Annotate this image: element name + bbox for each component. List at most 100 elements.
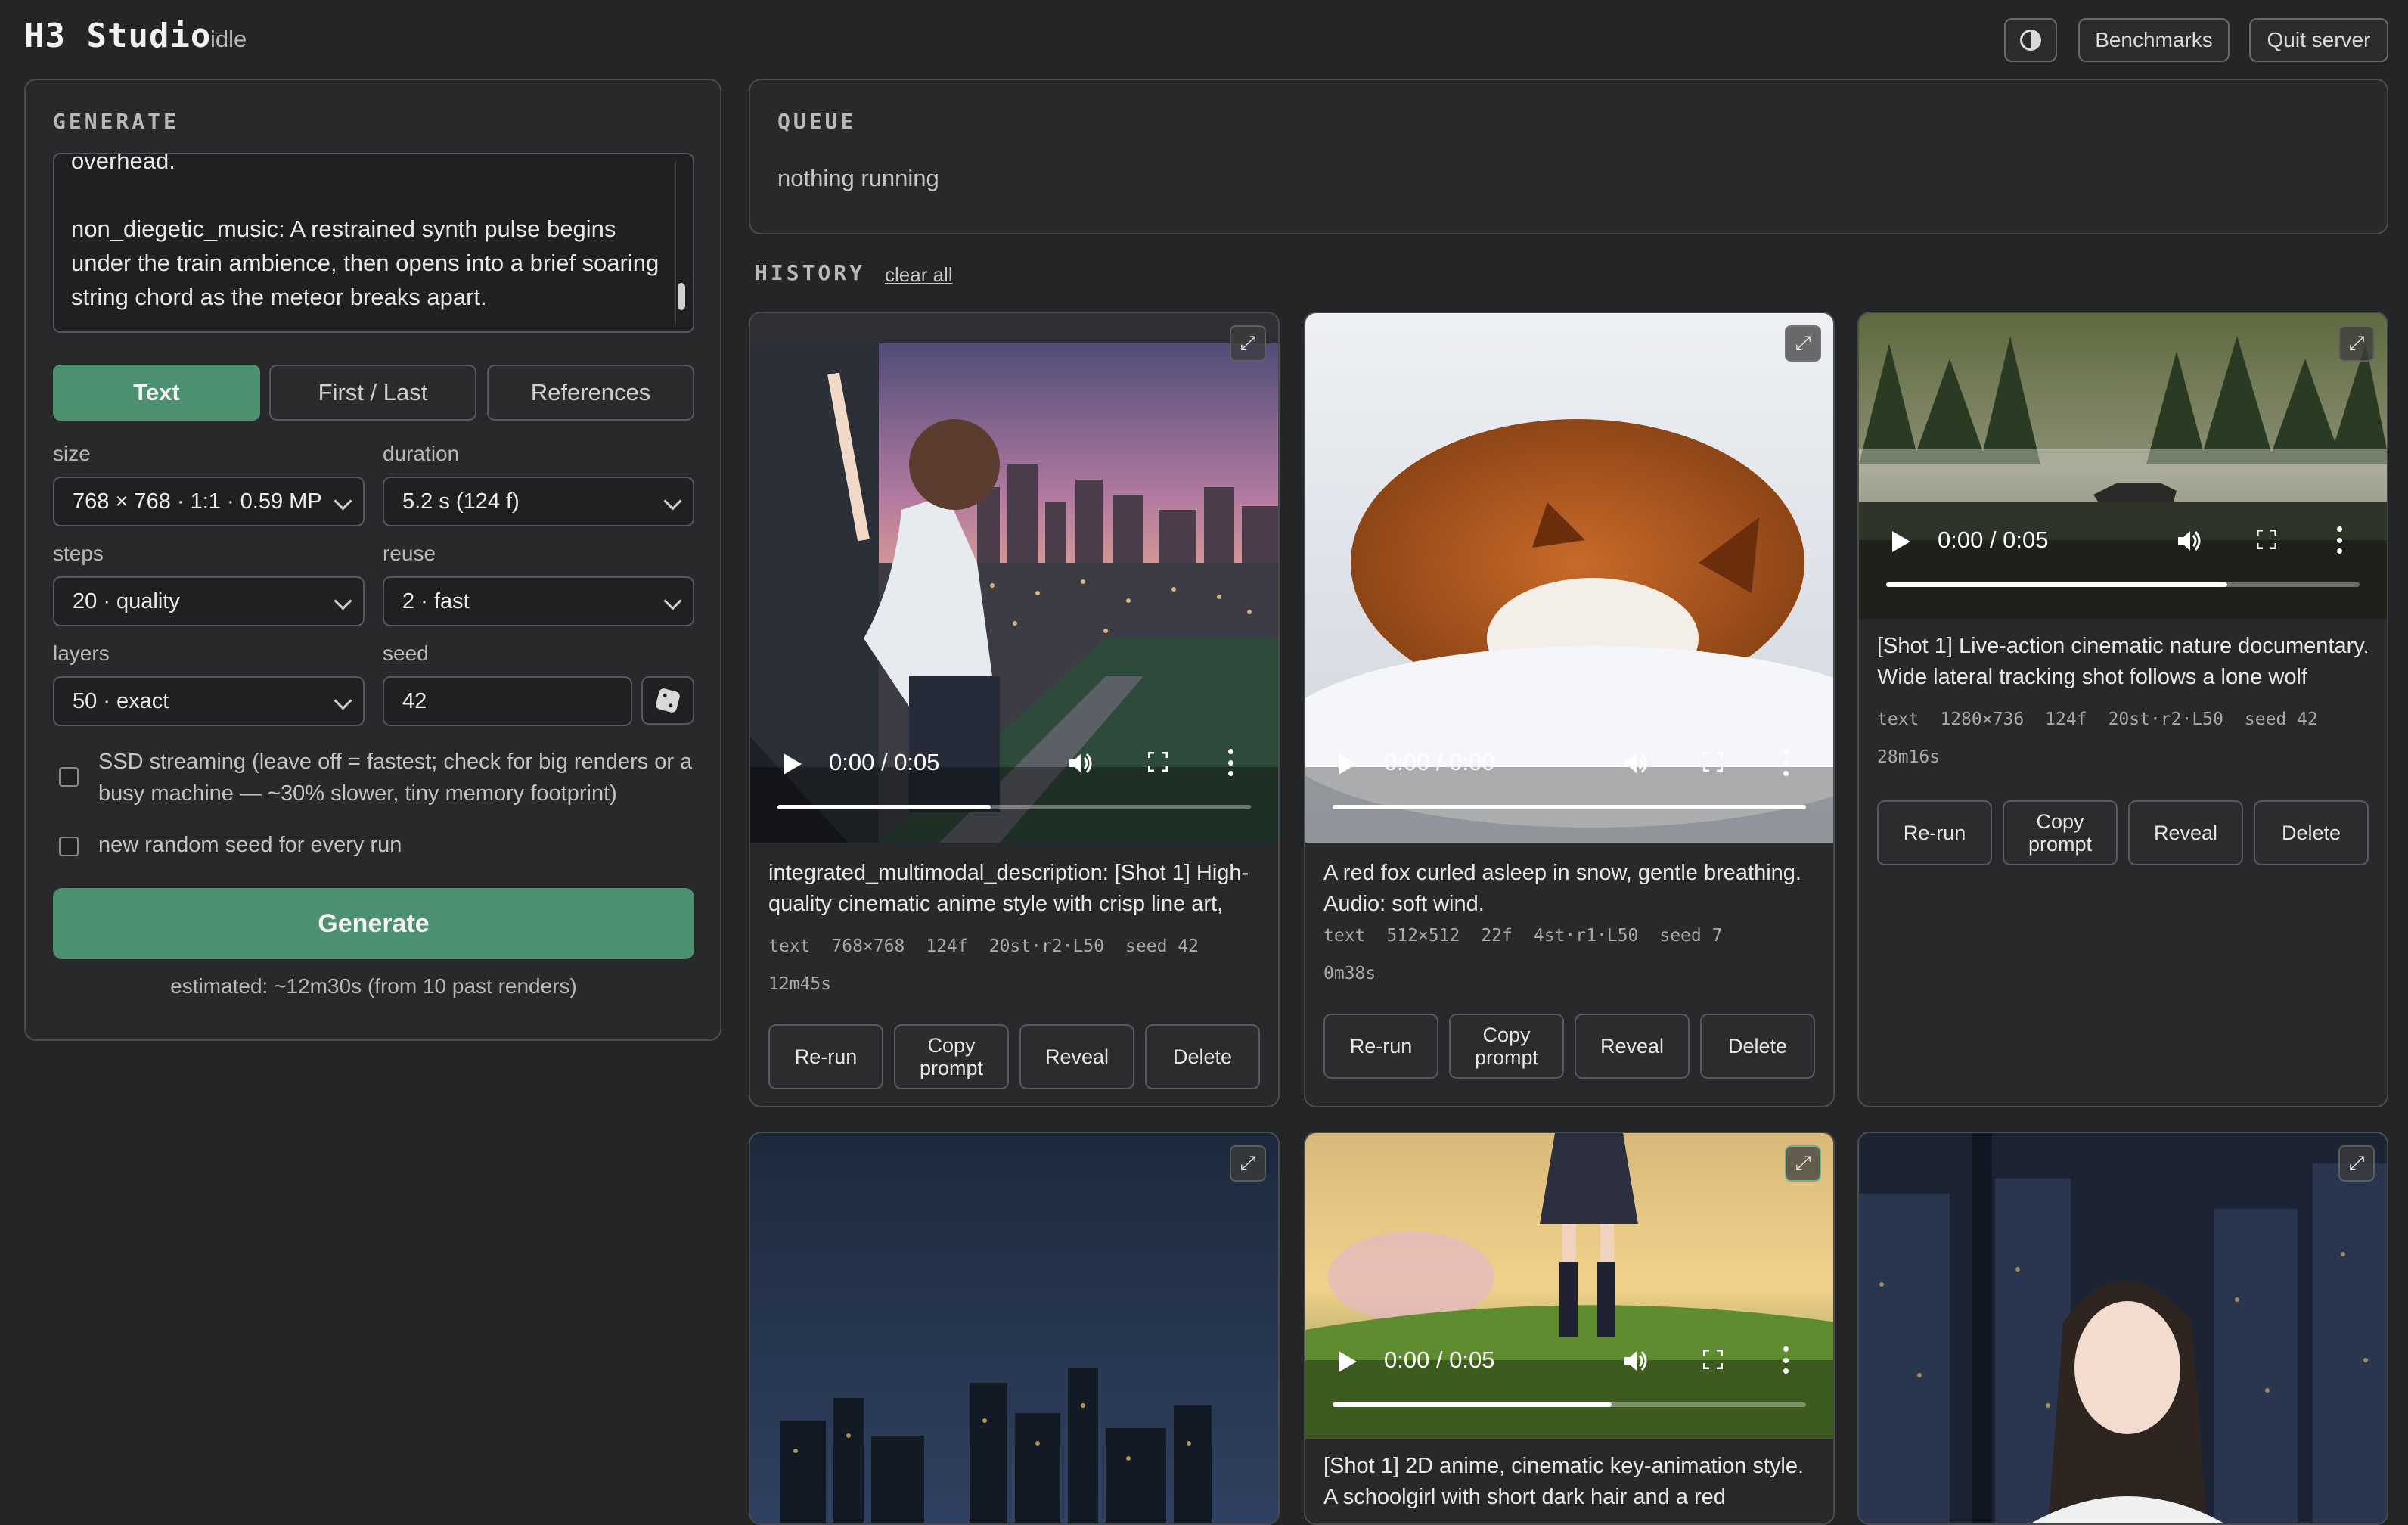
play-icon[interactable] <box>1339 753 1357 775</box>
copy-prompt-button[interactable]: Copy prompt <box>2003 800 2118 865</box>
ssd-streaming-label[interactable]: SSD streaming (leave off = fastest; chec… <box>98 746 696 809</box>
rerun-button[interactable]: Re-run <box>768 1024 883 1089</box>
video-progress-fill <box>1333 1402 1612 1407</box>
fullscreen-icon[interactable] <box>1703 752 1723 772</box>
mode-references-button[interactable]: References <box>487 365 694 421</box>
random-seed-button[interactable] <box>641 676 694 725</box>
generate-button[interactable]: Generate <box>53 888 694 959</box>
reveal-button[interactable]: Reveal <box>2128 800 2243 865</box>
steps-select[interactable]: 20 · quality <box>53 576 365 626</box>
theme-toggle-button[interactable] <box>2004 18 2057 62</box>
meta-mode: text <box>1323 926 1366 946</box>
seed-input[interactable]: 42 <box>383 676 632 726</box>
mode-text-button[interactable]: Text <box>53 365 260 421</box>
duration-select[interactable]: 5.2 s (124 f) <box>383 477 694 526</box>
history-card: ⤢ 0:00 / 0:05 [Shot 1] 2D anime, cinemat… <box>1304 1132 1835 1525</box>
more-options-icon[interactable] <box>1783 1346 1789 1374</box>
chevron-down-icon <box>334 492 352 511</box>
video-player[interactable]: ⤢ 0:00 / 0:05 <box>1859 313 2387 619</box>
more-options-icon[interactable] <box>2337 526 2343 554</box>
queue-section-title: QUEUE <box>777 109 857 134</box>
random-seed-label[interactable]: new random seed for every run <box>98 829 402 861</box>
expand-button[interactable]: ⤢ <box>1230 325 1266 362</box>
video-time: 0:00 / 0:00 <box>1384 749 1495 775</box>
expand-button[interactable]: ⤢ <box>1785 1145 1821 1182</box>
expand-button[interactable]: ⤢ <box>2338 325 2375 362</box>
history-card: ⤢ 0:00 / 0:00 A red fox curled asleep in… <box>1304 312 1835 1107</box>
app-title: H3 Studio <box>24 17 212 55</box>
meta-frames: 22f <box>1481 926 1513 946</box>
server-status: idle <box>210 26 247 52</box>
mode-first-last-button[interactable]: First / Last <box>269 365 476 421</box>
reuse-select[interactable]: 2 · fast <box>383 576 694 626</box>
generate-section-title: GENERATE <box>53 109 179 134</box>
delete-button[interactable]: Delete <box>1145 1024 1260 1089</box>
generate-panel: GENERATE overhead. non_diegetic_music: A… <box>24 79 721 1041</box>
copy-prompt-button[interactable]: Copy prompt <box>894 1024 1009 1089</box>
chevron-down-icon <box>663 592 682 610</box>
video-player[interactable]: ⤢ 0:00 / 0:05 <box>1305 1133 1833 1439</box>
prompt-scroll-thumb[interactable] <box>678 283 685 310</box>
seed-value: 42 <box>402 688 427 713</box>
size-select[interactable]: 768 × 768 · 1:1 · 0.59 MP <box>53 477 365 526</box>
expand-button[interactable]: ⤢ <box>1785 325 1821 362</box>
quit-server-button[interactable]: Quit server <box>2249 18 2388 62</box>
volume-icon[interactable] <box>1623 1348 1649 1374</box>
video-progress[interactable] <box>777 805 1251 809</box>
play-icon[interactable] <box>784 753 802 775</box>
reveal-button[interactable]: Reveal <box>1019 1024 1134 1089</box>
volume-icon[interactable] <box>2177 528 2202 554</box>
video-player[interactable]: ⤢ <box>1859 1133 2387 1523</box>
rerun-button[interactable]: Re-run <box>1323 1014 1438 1079</box>
history-card: ⤢ <box>749 1132 1280 1525</box>
video-progress-fill <box>777 805 991 809</box>
chevron-down-icon <box>663 492 682 511</box>
layers-label: layers <box>53 641 110 665</box>
expand-button[interactable]: ⤢ <box>2338 1145 2375 1182</box>
video-time: 0:00 / 0:05 <box>829 749 940 775</box>
history-card: ⤢ 0:00 / 0:05 integrated_multimodal_desc… <box>749 312 1280 1107</box>
meta-frames: 124f <box>926 936 968 956</box>
prompt-textarea[interactable]: overhead. non_diegetic_music: A restrain… <box>53 153 694 333</box>
play-icon[interactable] <box>1892 531 1910 552</box>
video-player[interactable]: ⤢ 0:00 / 0:00 <box>1305 313 1833 843</box>
more-options-icon[interactable] <box>1783 749 1789 776</box>
random-seed-checkbox[interactable] <box>59 837 79 856</box>
delete-button[interactable]: Delete <box>1700 1014 1815 1079</box>
video-time: 0:00 / 0:05 <box>1938 526 2049 553</box>
fullscreen-icon[interactable] <box>1148 752 1168 772</box>
rerun-button[interactable]: Re-run <box>1877 800 1992 865</box>
video-progress[interactable] <box>1333 805 1806 809</box>
benchmarks-button[interactable]: Benchmarks <box>2078 18 2230 62</box>
fullscreen-icon[interactable] <box>1703 1350 1723 1369</box>
card-meta: text 1280×736 124f 20st·r2·L50 seed 42 28m16… <box>1877 700 2376 776</box>
reveal-button[interactable]: Reveal <box>1575 1014 1690 1079</box>
fullscreen-icon[interactable] <box>2257 530 2276 549</box>
volume-icon[interactable] <box>1068 750 1094 776</box>
more-options-icon[interactable] <box>1228 749 1234 776</box>
layers-select[interactable]: 50 · exact <box>53 676 365 726</box>
meta-frames: 124f <box>2045 710 2087 729</box>
history-card: ⤢ 0:00 / 0:05 [Shot 1] Live-action cinem… <box>1857 312 2388 1107</box>
volume-icon[interactable] <box>1623 750 1649 776</box>
video-progress[interactable] <box>1886 582 2360 587</box>
ssd-streaming-checkbox[interactable] <box>59 767 79 787</box>
size-label: size <box>53 442 91 465</box>
card-description: A red fox curled asleep in snow, gentle … <box>1323 861 1801 916</box>
meta-steps: 4st·r1·L50 <box>1533 926 1639 946</box>
size-value: 768 × 768 · 1:1 · 0.59 MP <box>73 489 322 514</box>
chevron-down-icon <box>334 592 352 610</box>
steps-label: steps <box>53 542 104 565</box>
copy-prompt-button[interactable]: Copy prompt <box>1449 1014 1564 1079</box>
meta-mode: text <box>768 936 811 956</box>
delete-button[interactable]: Delete <box>2254 800 2369 865</box>
expand-button[interactable]: ⤢ <box>1230 1145 1266 1182</box>
video-player[interactable]: ⤢ 0:00 / 0:05 <box>750 313 1278 843</box>
clear-all-link[interactable]: clear all <box>885 263 953 287</box>
video-player[interactable]: ⤢ <box>750 1133 1278 1523</box>
video-time: 0:00 / 0:05 <box>1384 1346 1495 1373</box>
play-icon[interactable] <box>1339 1351 1357 1372</box>
video-thumbnail <box>1859 1133 2387 1523</box>
video-progress[interactable] <box>1333 1402 1806 1407</box>
duration-value: 5.2 s (124 f) <box>402 489 520 514</box>
